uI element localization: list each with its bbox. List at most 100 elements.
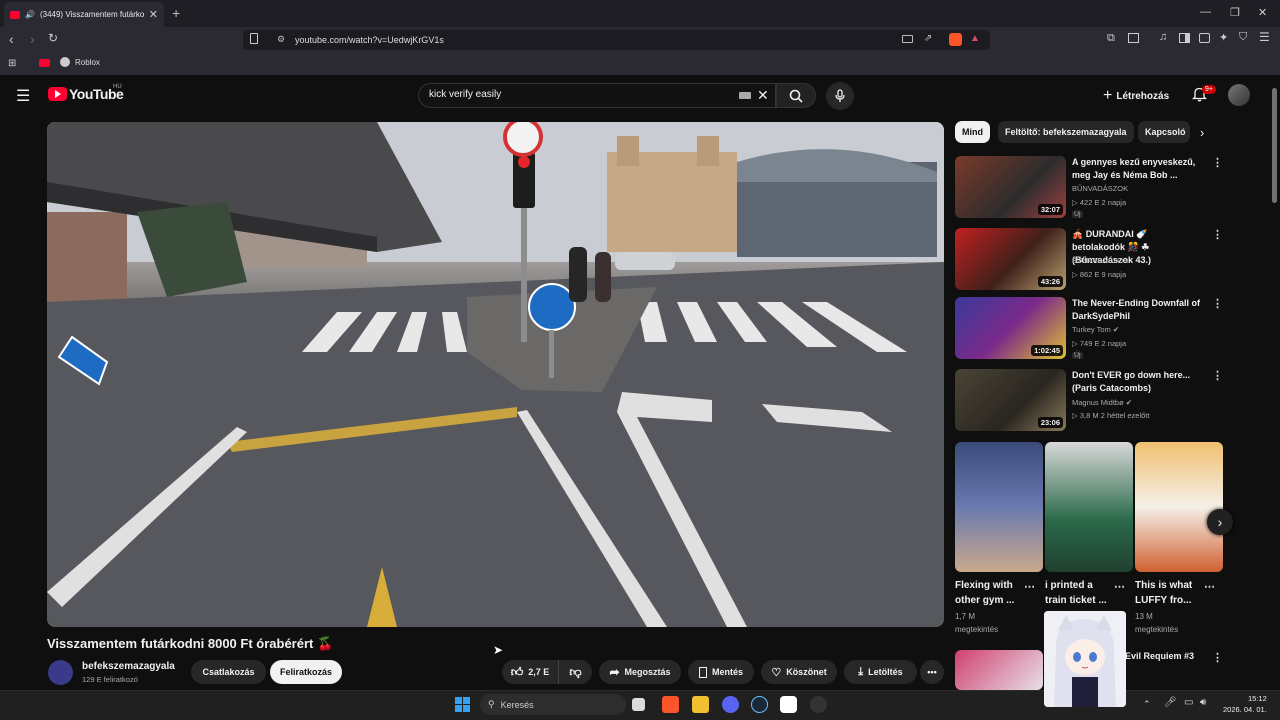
tray-mic-icon[interactable]: 🎤︎ bbox=[1164, 697, 1177, 708]
more-options-icon[interactable]: ⋮ bbox=[1212, 651, 1223, 664]
recommendation-channel[interactable]: BŰNVADÁSZOK bbox=[1072, 184, 1128, 193]
minimize-icon[interactable]: — bbox=[1200, 6, 1211, 18]
chips-next-icon[interactable]: › bbox=[1200, 125, 1204, 140]
leo-ai-icon[interactable]: ✦ bbox=[1219, 31, 1228, 44]
video-thumbnail[interactable]: 43:26 bbox=[955, 228, 1066, 290]
short-more-icon[interactable]: ⋯ bbox=[1114, 580, 1125, 593]
short-title[interactable]: Flexing with other gym ... bbox=[955, 578, 1023, 608]
task-view-icon[interactable] bbox=[632, 698, 645, 711]
chip-uploader[interactable]: Feltöltő: befekszemazagyala bbox=[998, 121, 1134, 143]
short-more-icon[interactable]: ⋯ bbox=[1024, 580, 1035, 593]
more-options-icon[interactable]: ⋮ bbox=[1212, 369, 1223, 382]
rewards-icon[interactable]: ▲ bbox=[970, 33, 980, 44]
voice-search-button[interactable] bbox=[826, 82, 854, 110]
brave-shield-icon[interactable] bbox=[949, 33, 962, 46]
windows-start-icon[interactable] bbox=[455, 697, 470, 712]
short-title[interactable]: This is what LUFFY fro... bbox=[1135, 578, 1203, 608]
recommendation-channel[interactable]: Magnus Midtbø ✔ bbox=[1072, 398, 1132, 407]
forward-icon[interactable]: › bbox=[30, 31, 35, 47]
short-more-icon[interactable]: ⋯ bbox=[1204, 580, 1215, 593]
menu-icon[interactable]: ☰ bbox=[1259, 30, 1270, 44]
tray-chevron-icon[interactable]: ⌃ bbox=[1143, 699, 1151, 710]
join-button[interactable]: Csatlakozás bbox=[191, 660, 266, 684]
more-actions-button[interactable]: ••• bbox=[920, 660, 944, 684]
apps-grid-icon[interactable]: ⊞ bbox=[8, 58, 16, 69]
youtube-logo-icon[interactable] bbox=[48, 87, 67, 101]
video-thumbnail[interactable]: 32:07 bbox=[955, 156, 1066, 218]
share-button[interactable]: ➦ Megosztás bbox=[599, 660, 681, 684]
more-options-icon[interactable]: ⋮ bbox=[1212, 156, 1223, 169]
thanks-button[interactable]: ♡ Köszönet bbox=[761, 660, 837, 684]
shorts-next-button[interactable]: › bbox=[1207, 509, 1233, 535]
create-button[interactable]: + Létrehozás bbox=[1103, 87, 1169, 105]
screenshot-icon[interactable] bbox=[1128, 33, 1139, 43]
recommendation-item[interactable]: 43:26 🎪 DURANDAI 🍼 betolakodók 🎊 ☘ (Bűnv… bbox=[955, 228, 1225, 294]
recommendation-item[interactable]: 23:06 Don't EVER go down here... (Paris … bbox=[955, 369, 1225, 435]
channel-avatar[interactable] bbox=[48, 660, 73, 685]
search-button[interactable] bbox=[776, 83, 816, 108]
clock-time[interactable]: 15:12 bbox=[1248, 694, 1267, 703]
site-info-icon[interactable]: ⚙ bbox=[277, 34, 285, 45]
chip-all[interactable]: Mind bbox=[955, 121, 990, 143]
cast-icon[interactable] bbox=[902, 35, 913, 43]
page-scrollbar[interactable] bbox=[1272, 88, 1277, 203]
guide-menu-icon[interactable]: ☰ bbox=[16, 86, 30, 106]
bookmark-roblox[interactable]: Roblox bbox=[75, 58, 100, 67]
maximize-icon[interactable]: ❐ bbox=[1230, 6, 1240, 19]
vpn-shield-icon[interactable]: ⛉ bbox=[1239, 31, 1247, 44]
reload-icon[interactable]: ↻ bbox=[48, 31, 58, 45]
save-button[interactable]: Mentés bbox=[688, 660, 754, 684]
taskbar-search[interactable]: ⚲ Keresés bbox=[480, 694, 626, 715]
network-icon[interactable]: ▭ bbox=[1184, 697, 1193, 708]
recommendation-item[interactable]: 1:02:45 The Never-Ending Downfall of Dar… bbox=[955, 297, 1225, 363]
more-options-icon[interactable]: ⋮ bbox=[1212, 228, 1223, 241]
video-thumbnail[interactable]: 1:02:45 bbox=[955, 297, 1066, 359]
browser-tab[interactable]: 🔊 (3449) Visszamentem futárkodni ✕ bbox=[4, 2, 164, 27]
wallet-icon[interactable] bbox=[1199, 33, 1210, 43]
clock-date[interactable]: 2026. 04. 01. bbox=[1223, 705, 1267, 714]
chatgpt-icon[interactable] bbox=[780, 696, 797, 713]
discord-icon[interactable] bbox=[722, 696, 739, 713]
more-options-icon[interactable]: ⋮ bbox=[1212, 297, 1223, 310]
dislike-button[interactable]: 👎︎ bbox=[558, 660, 592, 684]
back-icon[interactable]: ‹ bbox=[9, 31, 14, 47]
clear-search-icon[interactable]: ✕ bbox=[757, 87, 769, 104]
like-button[interactable]: 👍︎ 2,7 E bbox=[502, 660, 558, 684]
account-avatar[interactable] bbox=[1228, 84, 1250, 106]
recommendation-title[interactable]: The Never-Ending Downfall of DarkSydePhi… bbox=[1072, 297, 1202, 323]
recommendation-channel[interactable]: Turkey Tom ✔ bbox=[1072, 325, 1119, 334]
video-thumbnail[interactable] bbox=[955, 650, 1043, 690]
audio-icon[interactable]: 🔊 bbox=[25, 10, 35, 19]
sidebar-icon[interactable] bbox=[1179, 33, 1190, 43]
recommendation-channel[interactable]: BŰNVADÁSZOK bbox=[1072, 256, 1128, 265]
short-title[interactable]: i printed a train ticket ... bbox=[1045, 578, 1113, 608]
steam-icon[interactable] bbox=[751, 696, 768, 713]
share-page-icon[interactable]: ⇗ bbox=[924, 33, 932, 44]
recommendation-title[interactable]: Evil Requiem #3 bbox=[1125, 651, 1194, 661]
extensions-icon[interactable]: ⧉ bbox=[1107, 32, 1115, 45]
short-thumbnail[interactable] bbox=[955, 442, 1043, 572]
video-thumbnail[interactable]: 23:06 bbox=[955, 369, 1066, 431]
recommendation-title[interactable]: Don't EVER go down here... (Paris Cataco… bbox=[1072, 369, 1202, 395]
obs-icon[interactable] bbox=[810, 696, 827, 713]
new-tab-button[interactable]: + bbox=[172, 5, 180, 21]
short-thumbnail[interactable] bbox=[1135, 442, 1223, 572]
brave-browser-icon[interactable] bbox=[662, 696, 679, 713]
subscribe-button[interactable]: Feliratkozás bbox=[270, 660, 342, 684]
short-thumbnail[interactable] bbox=[1045, 442, 1133, 572]
close-window-icon[interactable]: ✕ bbox=[1258, 6, 1267, 19]
chip-related[interactable]: Kapcsoló bbox=[1138, 121, 1190, 143]
file-explorer-icon[interactable] bbox=[692, 696, 709, 713]
video-duration: 23:06 bbox=[1037, 417, 1063, 428]
channel-name[interactable]: befekszemazagyala bbox=[82, 661, 175, 672]
download-button[interactable]: ⤓ Letöltés bbox=[844, 660, 917, 684]
video-player[interactable] bbox=[47, 122, 944, 627]
bookmark-page-icon[interactable] bbox=[250, 33, 258, 44]
keyboard-icon[interactable] bbox=[739, 92, 751, 99]
music-icon[interactable]: ♫ bbox=[1159, 31, 1167, 43]
close-tab-icon[interactable]: ✕ bbox=[149, 8, 158, 21]
recommendation-item[interactable]: 32:07 A gennyes kezű enyveskezű, meg Jay… bbox=[955, 156, 1225, 222]
volume-icon[interactable]: 🔊︎ bbox=[1200, 697, 1206, 708]
youtube-bookmark-icon[interactable] bbox=[39, 59, 50, 67]
recommendation-title[interactable]: A gennyes kezű enyveskezű, meg Jay és Né… bbox=[1072, 156, 1202, 182]
